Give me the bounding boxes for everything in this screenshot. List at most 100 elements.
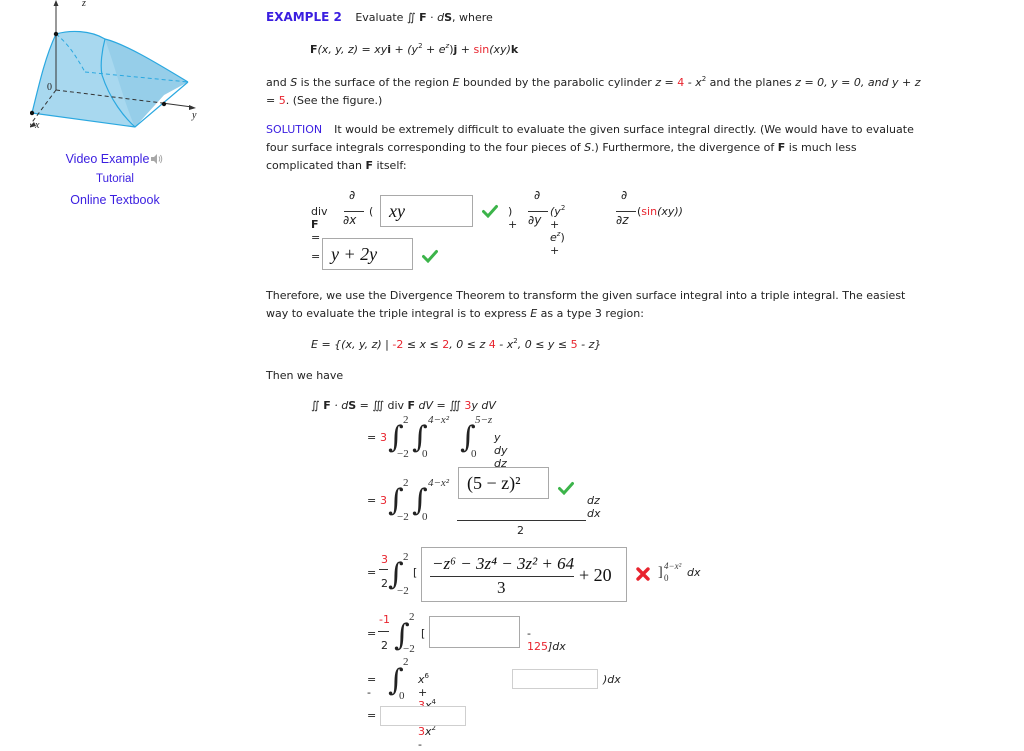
intro-dot: · [426,11,438,24]
planes: z = 0, y = 0, and y + z [795,76,921,89]
region-3d-plot [28,0,196,128]
bracket: [ [421,627,426,640]
text: bounded by the parabolic cylinder [459,76,656,89]
term3: (sin(xy)) [637,205,683,218]
intro-S: S [444,11,453,24]
lower-limit: −2 [397,448,409,460]
fraction-denominator: 2 [381,577,388,590]
partial-den-x: ∂x [343,213,357,227]
frac-line [457,520,586,521]
check-icon [422,250,438,263]
paren-close-plus: ) + [508,205,518,231]
text: - z} [577,338,602,351]
text: - x [684,76,702,89]
text: (y [550,205,561,218]
check-icon [482,205,498,218]
text: and [266,76,291,89]
value-5: 5 [278,94,286,107]
fraction-numerator: -1 [379,613,390,626]
example-label: EXAMPLE 2 [266,10,342,24]
step5-answer-input[interactable] [512,669,598,689]
value: 125 [527,640,548,653]
div-answer-input-2[interactable]: y + 2y [322,238,413,270]
cross-icon [636,567,650,581]
text: = [266,94,279,107]
intro-where: , where [452,11,493,24]
lower-limit: −2 [397,585,409,597]
var-S: S [584,141,592,154]
text: = [311,231,321,244]
eval-bracket: ] [658,565,663,580]
value: 4 [488,338,496,351]
example-header: EXAMPLE 2 Evaluate ∬ F · dS, where [266,8,493,27]
text: , 0 ≤ z [449,338,489,351]
coefficient: 3 [380,494,387,507]
y-axis-label: y [192,110,197,121]
sin: sin [641,205,658,218]
div-answer-input-1[interactable]: xy [380,195,473,227]
upper-limit: 2 [403,414,409,426]
tutorial-link[interactable]: Tutorial [40,170,190,189]
frac-line [379,569,388,570]
denominator: 2 [517,524,524,537]
step4-answer-input[interactable] [429,616,520,648]
text: - x [495,338,514,351]
step4-tail: - 125]dx [527,627,566,653]
upper-limit: 2 [403,551,409,563]
text: ]dx [548,640,566,653]
field-e: + e [422,43,446,56]
region-figure: z 0 x y [28,0,210,131]
step2-answer-input[interactable]: (5 − z)² [458,467,549,499]
online-textbook-link[interactable]: Online Textbook [40,189,190,208]
upper-limit: 2 [409,611,415,623]
check-icon [558,482,574,495]
field-term2: + (y [391,43,419,56]
z-axis-label: z [82,0,86,9]
step3-answer-input[interactable]: −z⁶ − 3z⁴ − 3z² + 64 3 + 20 [421,547,627,602]
field-k: k [510,43,519,56]
x-axis-label: x [35,120,40,131]
intro-F: F [419,11,427,24]
exp: 2 [560,204,566,212]
solution-label: SOLUTION [266,123,323,136]
fraction-denominator: 2 [381,639,388,652]
equals: = [367,431,377,444]
z-intercept-point [53,31,59,37]
value: 3 [418,725,425,738]
text: y dV [471,399,496,412]
text: · d [330,399,349,412]
text: - [418,738,422,751]
video-example-link[interactable]: Video Example [40,151,190,170]
z-arrow [53,0,59,6]
answer-denominator: 3 [497,578,506,597]
text: Therefore, we use the Divergence Theorem… [266,289,906,302]
equals-minus: = - [367,673,377,699]
text: is the surface of the region [297,76,453,89]
text: It would be extremely difficult to evalu… [334,123,914,136]
upper-limit: 2 [403,656,409,668]
final-answer-input[interactable] [380,706,466,726]
text: dV = ∭ [415,399,465,412]
origin-label: 0 [47,82,52,93]
equals: = [367,566,377,579]
lower-limit: 0 [422,448,428,460]
field-F: F [310,43,318,56]
frac-line [344,211,364,212]
step5-tail: )dx [603,673,621,686]
differentials: dz dx [587,494,601,520]
text: ≤ x ≤ [403,338,443,351]
lower-limit: 0 [399,690,405,702]
partial-num-z: ∂ [621,188,628,202]
var-E: E [452,76,460,89]
text: four surface integrals corresponding to … [266,141,585,154]
field-xy: (xy) [489,43,511,56]
var-S: S [348,399,357,412]
text: - [527,627,531,640]
text: ∬ [311,399,324,412]
therefore-text: Therefore, we use the Divergence Theorem… [266,287,986,323]
lower-limit: 0 [422,511,428,523]
text: div [311,205,328,218]
step-0: ∬ F · dS = ∭ div F dV = ∭ 3y dV [311,397,496,415]
eval-upper: 4−x² [664,561,682,571]
answer-tail: + 20 [579,565,612,585]
